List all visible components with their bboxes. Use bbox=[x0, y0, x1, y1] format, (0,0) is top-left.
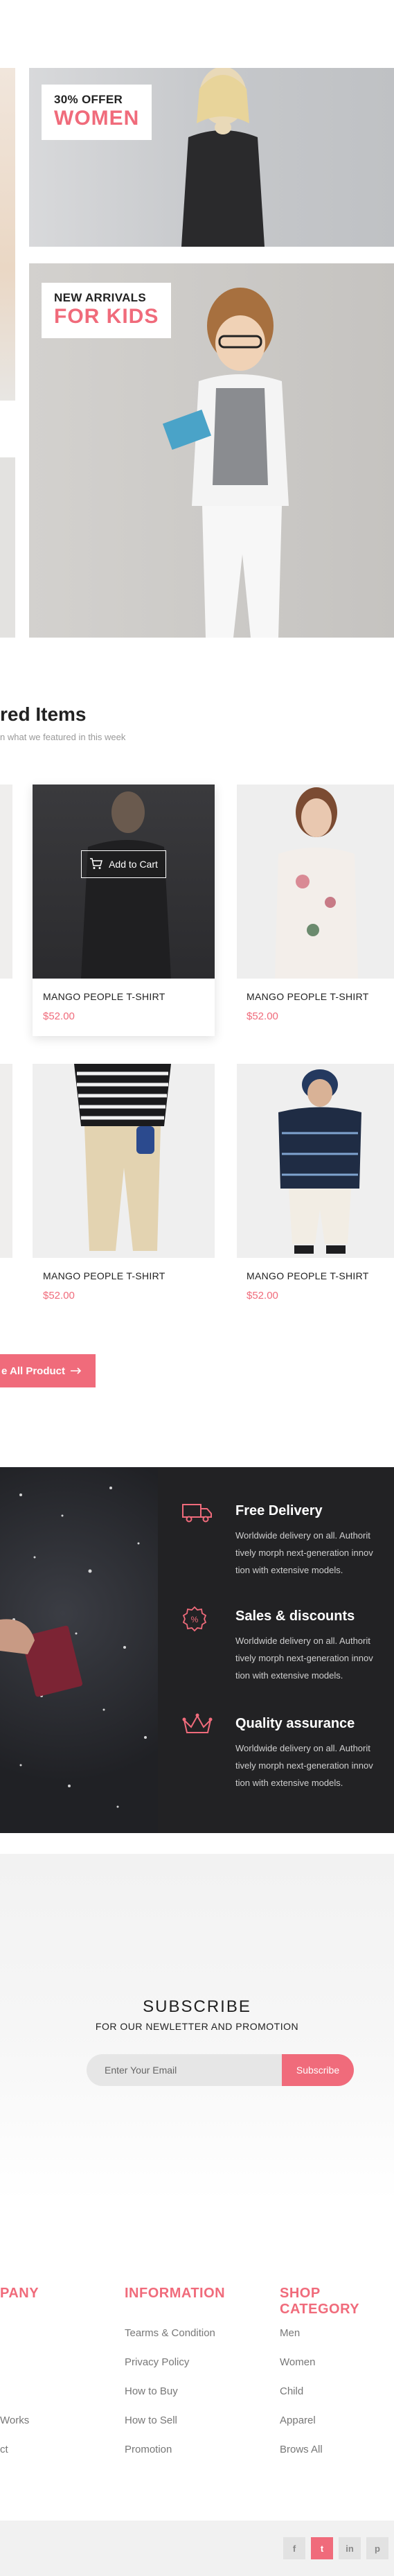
product-name[interactable]: MANGO PEOPLE T-SHIRT bbox=[43, 1270, 165, 1281]
svg-text:%: % bbox=[191, 1615, 199, 1624]
truck-icon bbox=[181, 1502, 213, 1526]
feature-text-line: tively morph next-generation innov bbox=[235, 1760, 373, 1771]
feature-title: Sales & discounts bbox=[235, 1609, 355, 1624]
kids-banner-label: NEW ARRIVALS FOR KIDS bbox=[42, 283, 172, 338]
featured-subtitle: n what we featured in this week bbox=[0, 732, 126, 742]
subscribe-title: SUBSCRIBE bbox=[143, 1997, 251, 2016]
kids-banner-big: FOR KIDS bbox=[54, 305, 159, 328]
footer-link-women[interactable]: Women bbox=[280, 2356, 315, 2368]
product-image[interactable] bbox=[237, 785, 394, 979]
subscribe-section: SUBSCRIBE FOR OUR NEWLETTER AND PROMOTIO… bbox=[0, 1854, 394, 2200]
woman-floral-figure bbox=[275, 787, 358, 979]
feature-text-line: tively morph next-generation innov bbox=[235, 1548, 373, 1558]
product-image[interactable] bbox=[237, 1064, 394, 1258]
feature-text-line: tion with extensive models. bbox=[235, 1565, 343, 1575]
featured-title: red Items bbox=[0, 703, 87, 725]
product-price: $52.00 bbox=[247, 1010, 278, 1022]
footer-link-how-to-sell[interactable]: How to Sell bbox=[125, 2415, 177, 2426]
subscribe-subtitle: FOR OUR NEWLETTER AND PROMOTION bbox=[95, 2021, 299, 2032]
pinterest-icon[interactable]: p bbox=[366, 2537, 388, 2559]
add-to-cart-label: Add to Cart bbox=[109, 859, 158, 870]
email-input[interactable] bbox=[87, 2054, 282, 2086]
footer-link-child[interactable]: Child bbox=[280, 2385, 303, 2397]
footer-shop-heading: SHOP CATEGORY bbox=[280, 2286, 360, 2317]
kid-figure bbox=[162, 288, 289, 638]
feature-text-line: tion with extensive models. bbox=[235, 1670, 343, 1681]
hoodie-figure bbox=[278, 1069, 361, 1254]
footer-link-browse-all[interactable]: Brows All bbox=[280, 2444, 323, 2455]
product-image[interactable] bbox=[33, 1064, 215, 1258]
add-to-cart-button[interactable]: Add to Cart bbox=[81, 850, 166, 878]
feature-text: Worldwide delivery on all. Authorit tive… bbox=[235, 1632, 394, 1684]
footer-information-heading: INFORMATION bbox=[125, 2286, 226, 2301]
man-figure bbox=[81, 791, 171, 979]
women-banner-label: 30% OFFER WOMEN bbox=[42, 85, 152, 140]
product-price: $52.00 bbox=[247, 1290, 278, 1302]
footer-link-how-to-buy[interactable]: How to Buy bbox=[125, 2385, 178, 2397]
feature-text-line: tively morph next-generation innov bbox=[235, 1653, 373, 1663]
features-section: Free Delivery Worldwide delivery on all.… bbox=[0, 1467, 394, 1833]
product-card-partial-2[interactable] bbox=[0, 1064, 12, 1258]
footer-link-promotion[interactable]: Promotion bbox=[125, 2444, 172, 2455]
product-card-partial-1[interactable] bbox=[0, 785, 12, 979]
women-banner-big: WOMEN bbox=[54, 107, 140, 130]
cart-icon bbox=[89, 857, 103, 872]
product-price: $52.00 bbox=[43, 1010, 75, 1022]
left-banner-image[interactable] bbox=[0, 68, 15, 401]
feature-title: Quality assurance bbox=[235, 1716, 355, 1731]
women-banner[interactable]: 30% OFFER WOMEN bbox=[29, 68, 394, 247]
product-image[interactable]: Add to Cart bbox=[33, 785, 215, 979]
feature-text-line: Worldwide delivery on all. Authorit bbox=[235, 1636, 370, 1646]
feature-text-line: Worldwide delivery on all. Authorit bbox=[235, 1743, 370, 1753]
footer-bottom-bar: f t in p bbox=[0, 2521, 394, 2576]
feature-title: Free Delivery bbox=[235, 1503, 323, 1518]
product-name[interactable]: MANGO PEOPLE T-SHIRT bbox=[247, 1270, 369, 1281]
feature-text: Worldwide delivery on all. Authorit tive… bbox=[235, 1740, 394, 1791]
twitter-icon[interactable]: t bbox=[311, 2537, 333, 2559]
subscribe-button[interactable]: Subscribe bbox=[282, 2054, 354, 2086]
view-all-label: e All Product bbox=[1, 1365, 65, 1377]
feature-text: Worldwide delivery on all. Authorit tive… bbox=[235, 1527, 394, 1579]
arrow-right-icon bbox=[71, 1365, 82, 1377]
left-banner-image-lower[interactable] bbox=[0, 457, 15, 638]
footer-company-heading: PANY bbox=[0, 2286, 39, 2301]
percent-badge-icon: % bbox=[181, 1606, 208, 1636]
women-banner-small: 30% OFFER bbox=[54, 93, 123, 106]
footer-link-terms[interactable]: Tearms & Condition bbox=[125, 2327, 215, 2339]
footer-link-men[interactable]: Men bbox=[280, 2327, 300, 2339]
linkedin-icon[interactable]: in bbox=[339, 2537, 361, 2559]
crown-icon bbox=[181, 1713, 213, 1740]
footer-link-privacy[interactable]: Privacy Policy bbox=[125, 2356, 189, 2368]
product-card[interactable]: MANGO PEOPLE T-SHIRT $52.00 bbox=[237, 1064, 394, 1315]
footer-company-link[interactable]: ct bbox=[0, 2444, 8, 2455]
striped-shirt-figure bbox=[74, 1064, 171, 1251]
feature-text-line: Worldwide delivery on all. Authorit bbox=[235, 1530, 370, 1541]
kids-banner-small: NEW ARRIVALS bbox=[54, 291, 146, 304]
footer-company-link[interactable]: Works bbox=[0, 2415, 29, 2426]
product-card[interactable]: MANGO PEOPLE T-SHIRT $52.00 bbox=[33, 1064, 215, 1315]
product-card[interactable]: Add to Cart MANGO PEOPLE T-SHIRT $52.00 bbox=[33, 785, 215, 1036]
footer-link-apparel[interactable]: Apparel bbox=[280, 2415, 316, 2426]
product-name[interactable]: MANGO PEOPLE T-SHIRT bbox=[43, 991, 165, 1002]
view-all-products-button[interactable]: e All Product bbox=[0, 1354, 96, 1387]
woman-figure bbox=[181, 68, 265, 247]
kids-banner[interactable]: NEW ARRIVALS FOR KIDS bbox=[29, 263, 394, 638]
snow-decoration bbox=[0, 1487, 147, 1808]
facebook-icon[interactable]: f bbox=[283, 2537, 305, 2559]
feature-text-line: tion with extensive models. bbox=[235, 1778, 343, 1788]
product-card[interactable]: MANGO PEOPLE T-SHIRT $52.00 bbox=[237, 785, 394, 1036]
product-price: $52.00 bbox=[43, 1290, 75, 1302]
product-name[interactable]: MANGO PEOPLE T-SHIRT bbox=[247, 991, 369, 1002]
features-image bbox=[0, 1467, 158, 1833]
